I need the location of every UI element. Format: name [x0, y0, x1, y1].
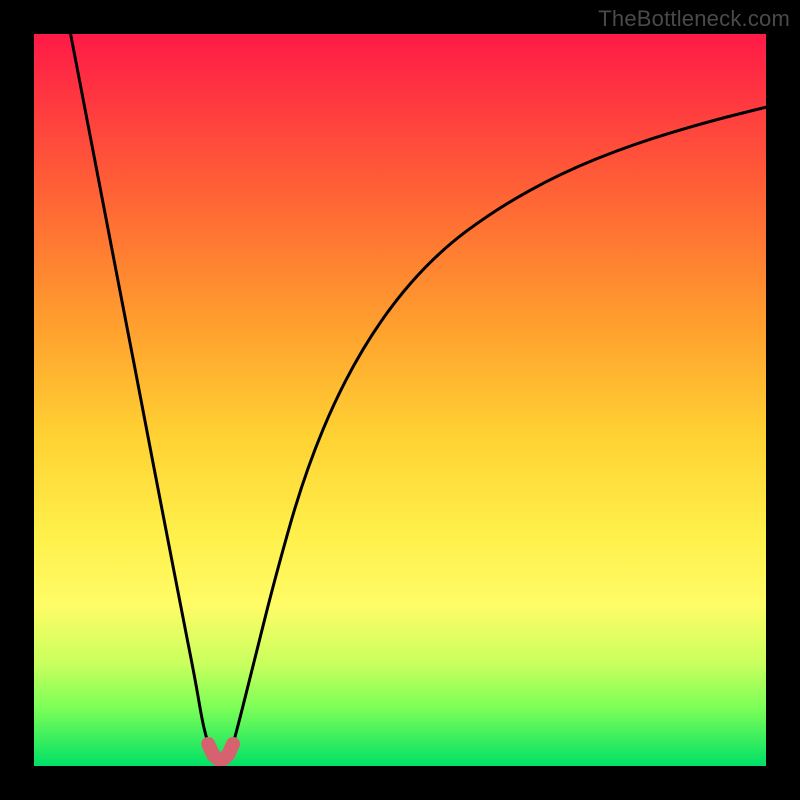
curve-group	[71, 34, 766, 759]
minimum-marker	[208, 744, 233, 759]
chart-frame: TheBottleneck.com	[0, 0, 800, 800]
plot-area	[34, 34, 766, 766]
curve-left-branch	[71, 34, 209, 744]
curve-right-branch	[233, 107, 766, 744]
curve-svg	[34, 34, 766, 766]
watermark-text: TheBottleneck.com	[598, 6, 790, 32]
